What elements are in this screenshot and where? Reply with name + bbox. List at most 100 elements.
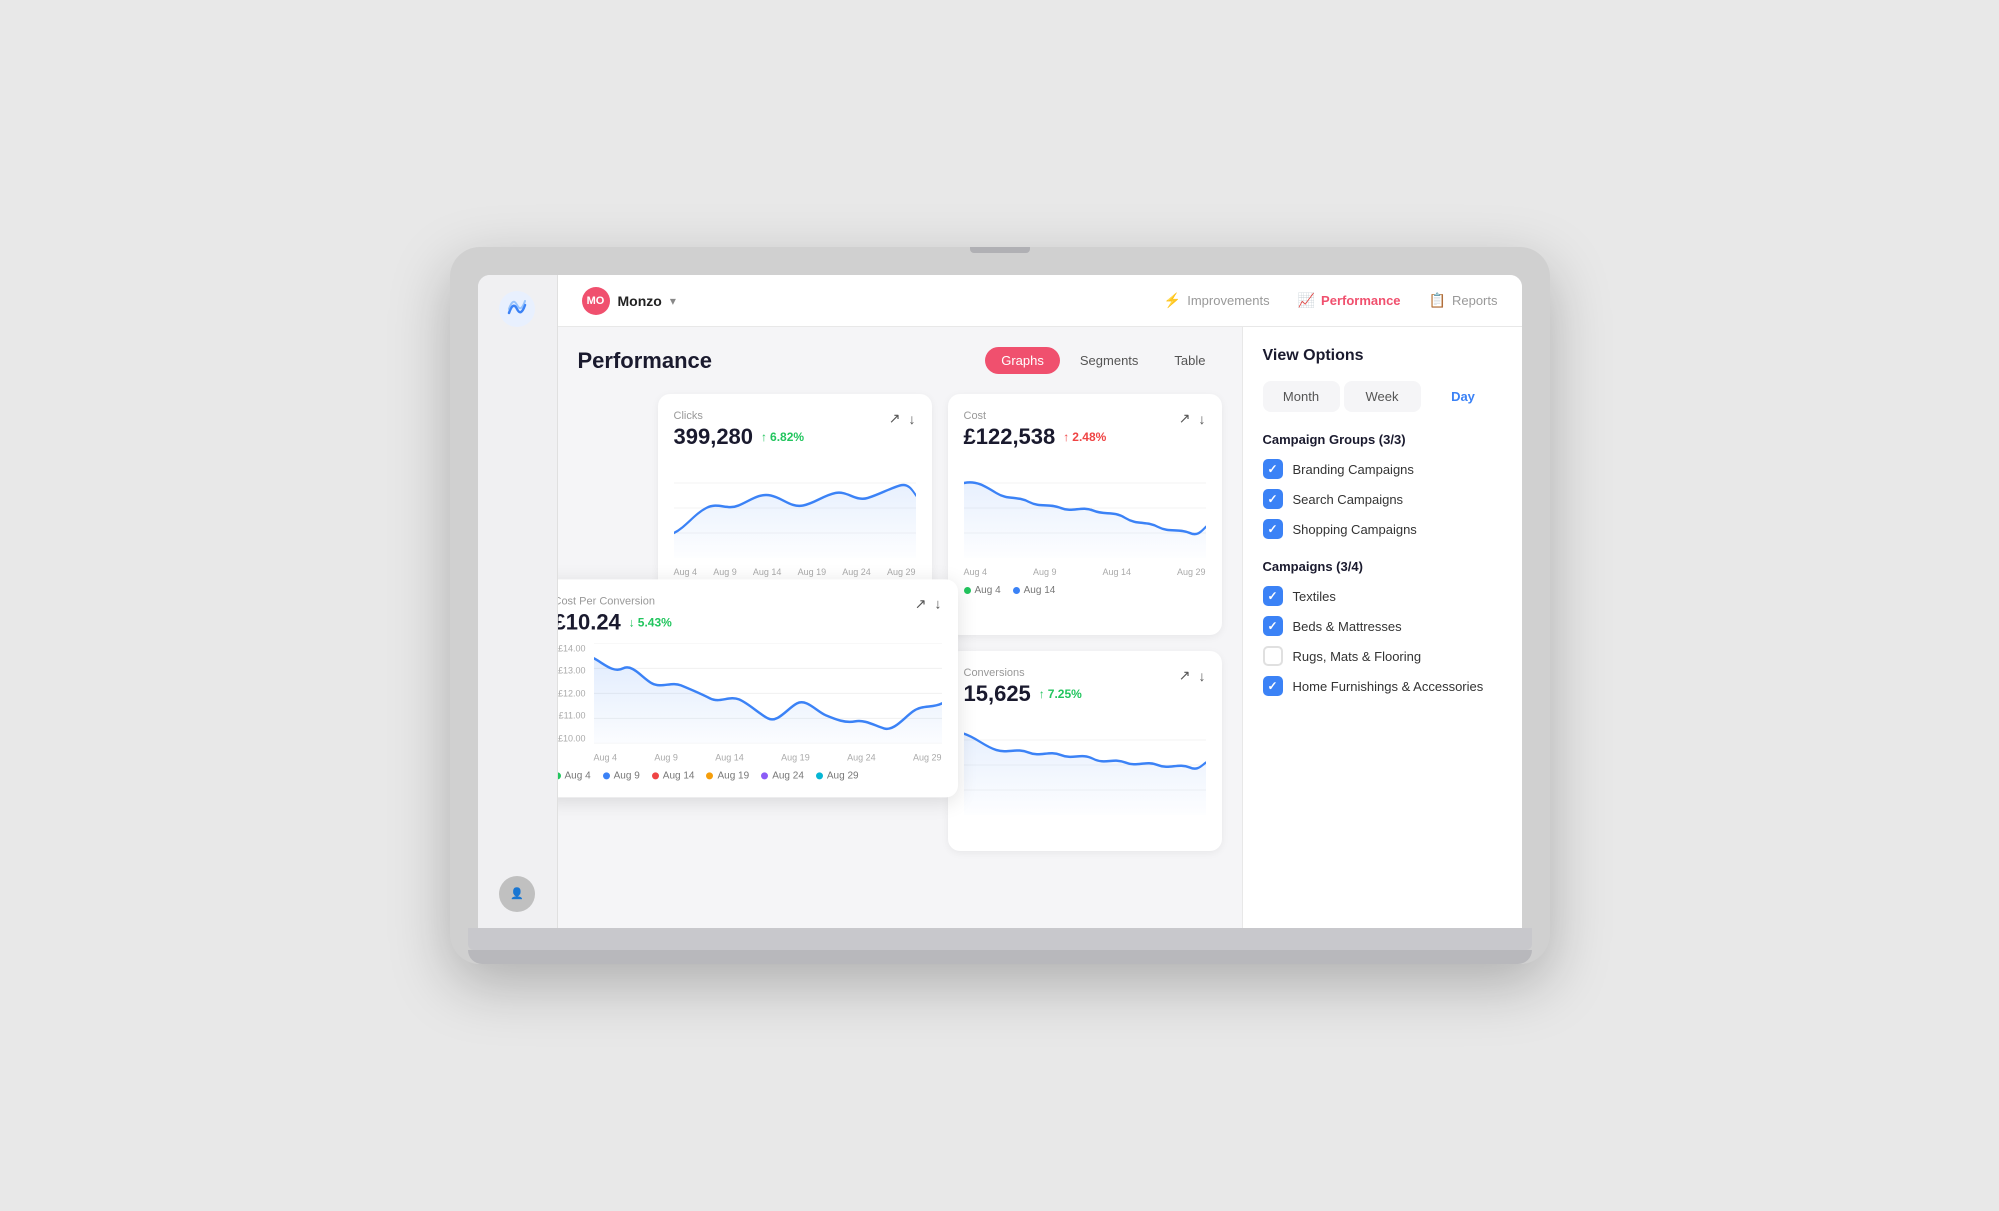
checkbox-shopping[interactable]: ✓ Shopping Campaigns [1263,519,1502,539]
cpc-value-row: £10.24 ↓ 5.43% [558,609,672,635]
cpc-expand-button[interactable]: ↗ [915,595,927,612]
checkbox-rugs[interactable]: Rugs, Mats & Flooring [1263,646,1502,666]
cpc-y-axis: £14.00 £13.00 £12.00 £11.00 £10.00 [558,643,590,743]
cost-label: Cost [964,410,1107,422]
clicks-actions: ↗ ↓ [889,410,916,427]
conversions-header: Conversions 15,625 ↑ 7.25% [964,667,1206,707]
nav-item-performance[interactable]: 📈 Performance [1298,292,1401,309]
tab-segments[interactable]: Segments [1064,347,1155,374]
conversions-label: Conversions [964,667,1082,679]
campaign-groups-list: ✓ Branding Campaigns ✓ Search Campaigns [1263,459,1502,539]
cpc-chart-wrapper: £14.00 £13.00 £12.00 £11.00 £10.00 [558,643,942,762]
clicks-value-row: 399,280 ↑ 6.82% [674,424,805,450]
clicks-change: ↑ 6.82% [761,430,804,444]
x-label-1: Aug 9 [654,752,678,762]
checkmark-icon: ✓ [1267,679,1277,693]
checkbox-search[interactable]: ✓ Search Campaigns [1263,489,1502,509]
conversions-download-button[interactable]: ↓ [1199,668,1206,684]
x-label-4: Aug 24 [847,752,876,762]
brand-pill[interactable]: MO Monzo ▾ [582,287,676,315]
performance-title: Performance [578,348,713,374]
cost-legend-1: Aug 4 [964,585,1001,596]
laptop-bottom-bar [468,950,1532,964]
conversions-card: Conversions 15,625 ↑ 7.25% [948,651,1222,851]
clicks-expand-button[interactable]: ↗ [889,410,901,427]
right-sidebar: View Options Month Week Day Campaign Gro… [1242,327,1522,928]
brand-chevron-icon: ▾ [670,294,676,308]
checkbox-home-label: Home Furnishings & Accessories [1293,679,1484,694]
conversions-expand-button[interactable]: ↗ [1179,667,1191,684]
cpc-download-button[interactable]: ↓ [935,596,942,612]
cpc-actions: ↗ ↓ [915,595,942,612]
checkmark-icon: ✓ [1267,522,1277,536]
nav-label-reports: Reports [1452,293,1498,308]
nav-label-improvements: Improvements [1187,293,1269,308]
checkbox-shopping-box: ✓ [1263,519,1283,539]
cost-change-value: 2.48% [1072,430,1106,444]
time-tabs: Month Week Day [1263,381,1502,412]
laptop-base [468,928,1532,950]
legend-aug24: Aug 24 [761,770,804,781]
cost-download-button[interactable]: ↓ [1199,411,1206,427]
conversions-change-value: 7.25% [1048,687,1082,701]
nav-item-reports[interactable]: 📋 Reports [1429,292,1498,309]
tab-table[interactable]: Table [1158,347,1221,374]
cpc-value: £10.24 [558,609,621,635]
improvements-icon: ⚡ [1164,292,1181,309]
cost-legend-2: Aug 14 [1013,585,1056,596]
app-container: 👤 MO Monzo ▾ ⚡ Improvements [478,275,1522,928]
legend-aug19: Aug 19 [706,770,749,781]
checkbox-textiles-box: ✓ [1263,586,1283,606]
laptop-notch [970,247,1030,253]
campaigns-list: ✓ Textiles ✓ Beds & Mattresses [1263,586,1502,696]
tab-graphs[interactable]: Graphs [985,347,1060,374]
checkbox-beds[interactable]: ✓ Beds & Mattresses [1263,616,1502,636]
conversions-value-row: 15,625 ↑ 7.25% [964,681,1082,707]
cost-chart-svg [964,458,1206,558]
cost-per-conversion-card: Cost Per Conversion £10.24 ↓ 5.43% [558,579,958,797]
legend-aug4: Aug 4 [558,770,591,781]
campaigns-title: Campaigns (3/4) [1263,559,1502,574]
reports-icon: 📋 [1429,292,1446,309]
checkbox-home[interactable]: ✓ Home Furnishings & Accessories [1263,676,1502,696]
cost-arrow-icon: ↑ [1063,430,1069,444]
charts-container: Cost Per Conversion £10.24 ↓ 5.43% [578,394,1222,851]
checkbox-branding[interactable]: ✓ Branding Campaigns [1263,459,1502,479]
cost-header: Cost £122,538 ↑ 2.48% [964,410,1206,450]
conversions-chart-svg [964,715,1206,815]
x-label-0: Aug 4 [594,752,618,762]
cpc-header: Cost Per Conversion £10.24 ↓ 5.43% [558,595,942,635]
cpc-label: Cost Per Conversion [558,595,672,607]
nav-label-performance: Performance [1321,293,1400,308]
legend-aug29: Aug 29 [816,770,859,781]
checkmark-icon: ✓ [1267,492,1277,506]
y-label-3: £11.00 [558,711,586,721]
cpc-x-axis: Aug 4 Aug 9 Aug 14 Aug 19 Aug 24 Aug 29 [594,752,942,762]
clicks-arrow-icon: ↑ [761,430,767,444]
cpc-chart-with-yaxis: £14.00 £13.00 £12.00 £11.00 £10.00 [558,643,942,748]
user-avatar[interactable]: 👤 [499,876,535,912]
nav-item-improvements[interactable]: ⚡ Improvements [1164,292,1270,309]
clicks-download-button[interactable]: ↓ [909,411,916,427]
tab-week[interactable]: Week [1344,381,1421,412]
checkbox-beds-box: ✓ [1263,616,1283,636]
clicks-value: 399,280 [674,424,754,450]
cost-actions: ↗ ↓ [1179,410,1206,427]
brand-initials: MO [582,287,610,315]
y-label-4: £10.00 [558,733,586,743]
cpc-change-value: 5.43% [638,615,672,629]
cpc-legend: Aug 4 Aug 9 Aug 14 Aug 19 Aug 24 Aug 29 [558,770,942,781]
tab-day[interactable]: Day [1425,381,1502,412]
campaign-groups-title: Campaign Groups (3/3) [1263,432,1502,447]
tab-month[interactable]: Month [1263,381,1340,412]
checkbox-textiles[interactable]: ✓ Textiles [1263,586,1502,606]
laptop-frame: 👤 MO Monzo ▾ ⚡ Improvements [450,247,1550,964]
checkbox-branding-label: Branding Campaigns [1293,462,1414,477]
cpc-chart-area [594,643,942,748]
charts-area: Performance Graphs Segments Table [558,327,1242,928]
legend-aug14: Aug 14 [652,770,695,781]
content-area: Performance Graphs Segments Table [558,327,1522,928]
cost-expand-button[interactable]: ↗ [1179,410,1191,427]
laptop-screen: 👤 MO Monzo ▾ ⚡ Improvements [478,275,1522,928]
checkbox-beds-label: Beds & Mattresses [1293,619,1402,634]
